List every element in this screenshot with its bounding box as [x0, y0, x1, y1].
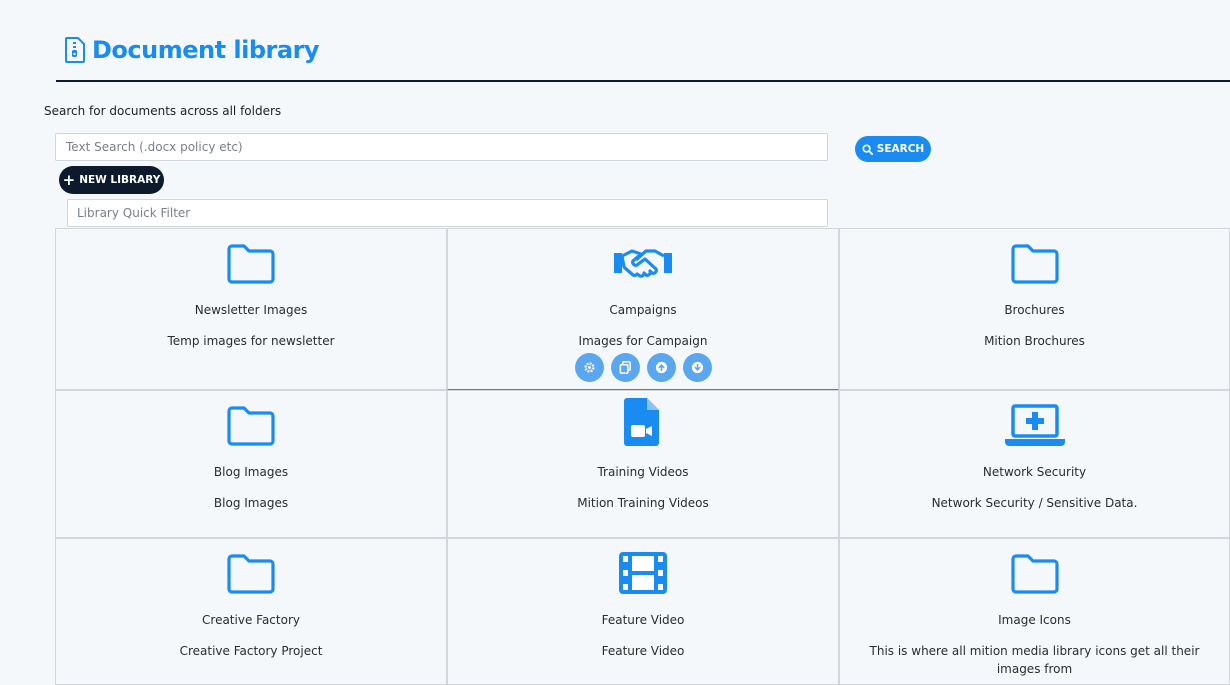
library-actions: [448, 353, 838, 382]
library-name: Network Security: [982, 465, 1087, 479]
plus-icon: +: [62, 170, 76, 189]
search-button[interactable]: SEARCH: [855, 136, 931, 162]
library-card[interactable]: Newsletter Images Temp images for newsle…: [55, 228, 447, 390]
settings-icon: [583, 361, 596, 374]
film-icon: [618, 547, 668, 595]
library-name: Training Videos: [597, 465, 689, 479]
video-file-icon: [623, 398, 663, 447]
library-description: Mition Brochures: [984, 334, 1085, 348]
library-card[interactable]: Feature Video Feature Video: [447, 538, 839, 685]
library-description: Temp images for newsletter: [167, 334, 335, 348]
library-quick-filter-input[interactable]: [67, 199, 828, 227]
laptop-medical-icon: [1004, 399, 1066, 447]
library-card[interactable]: Campaigns Images for Campaign: [447, 228, 839, 390]
library-description: Images for Campaign: [578, 334, 708, 348]
library-name: Campaigns: [609, 303, 677, 317]
library-description: Network Security / Sensitive Data.: [931, 496, 1138, 510]
library-name: Creative Factory: [202, 613, 300, 627]
library-description: This is where all mition media library i…: [869, 644, 1200, 676]
new-library-button[interactable]: + NEW LIBRARY: [59, 166, 164, 194]
download-icon: [691, 361, 704, 374]
zip-file-icon: [65, 37, 85, 63]
library-name: Newsletter Images: [194, 303, 308, 317]
library-name: Blog Images: [213, 465, 289, 479]
library-card[interactable]: Network Security Network Security / Sens…: [839, 390, 1230, 538]
new-library-label: NEW LIBRARY: [79, 174, 161, 186]
upload-icon: [655, 361, 668, 374]
library-description: Mition Training Videos: [577, 496, 709, 510]
page-title: Document library: [92, 36, 320, 64]
folder-icon: [226, 547, 276, 595]
document-library-page: Document library Search for documents ac…: [0, 0, 1230, 685]
folder-icon: [226, 237, 276, 285]
library-description: Blog Images: [213, 496, 289, 510]
copy-icon: [619, 361, 632, 374]
text-search-input[interactable]: [55, 133, 828, 161]
copy-button[interactable]: [610, 353, 640, 382]
title-wrap: Document library: [64, 36, 320, 64]
settings-button[interactable]: [574, 353, 604, 382]
folder-icon: [226, 399, 276, 447]
library-name: Image Icons: [998, 613, 1071, 627]
page-header: Document library: [56, 30, 1230, 82]
search-button-label: SEARCH: [876, 143, 925, 155]
library-card[interactable]: Image Icons This is where all mition med…: [839, 538, 1230, 685]
library-grid: Newsletter Images Temp images for newsle…: [55, 228, 1230, 685]
folder-icon: [1010, 547, 1060, 595]
library-card[interactable]: Brochures Mition Brochures: [839, 228, 1230, 390]
search-icon: [862, 143, 873, 155]
library-card[interactable]: Blog Images Blog Images: [55, 390, 447, 538]
library-name: Brochures: [1004, 303, 1065, 317]
library-card[interactable]: Creative Factory Creative Factory Projec…: [55, 538, 447, 685]
upload-button[interactable]: [646, 353, 676, 382]
library-description: Feature Video: [601, 644, 685, 658]
search-caption: Search for documents across all folders: [44, 104, 282, 118]
library-name: Feature Video: [601, 613, 685, 627]
library-description: Creative Factory Project: [179, 644, 323, 658]
download-button[interactable]: [682, 353, 712, 382]
handshake-icon: [612, 237, 674, 285]
library-card[interactable]: Training Videos Mition Training Videos: [447, 390, 839, 538]
folder-icon: [1010, 237, 1060, 285]
